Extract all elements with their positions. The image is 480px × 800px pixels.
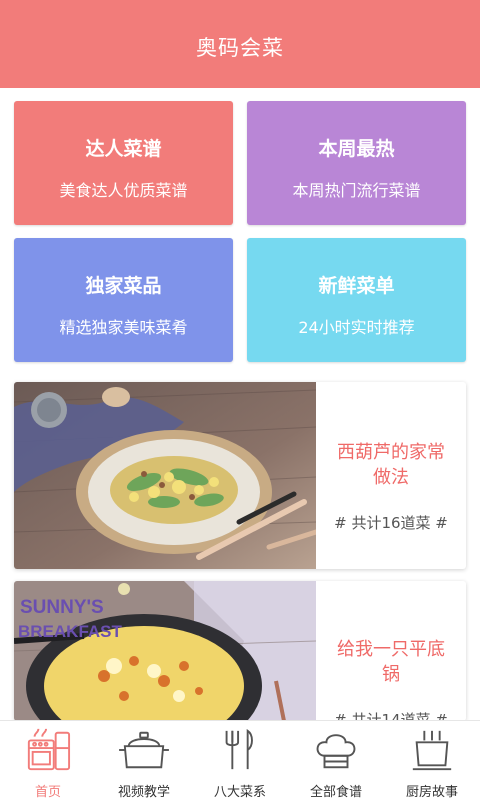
tab-eight-cuisines[interactable]: 八大菜系 — [192, 721, 288, 800]
tile-title: 独家菜品 — [85, 275, 162, 297]
app-header: 奥码会菜 — [0, 0, 480, 88]
kitchen-icon — [27, 728, 71, 771]
photo-text-breakfast: BREAKFAST — [18, 622, 123, 641]
recipe-title: 西葫芦的家常做法 — [337, 442, 445, 488]
tile-exclusive-dishes[interactable]: 独家菜品 精选独家美味菜肴 — [14, 238, 233, 362]
recipe-card[interactable]: SUNNY'S BREAKFAST 给我一只平底锅 # 共计14道菜 # — [14, 581, 466, 721]
recipe-title: 给我一只平底锅 — [337, 639, 445, 685]
tile-fresh-menu[interactable]: 新鲜菜单 24小时实时推荐 — [247, 238, 466, 362]
cup-icon — [412, 730, 452, 771]
recipe-photo-zucchini — [14, 382, 316, 569]
recipe-card[interactable]: 西葫芦的家常做法 # 共计16道菜 # — [14, 382, 466, 569]
tile-title: 达人菜谱 — [85, 138, 162, 160]
tile-subtitle: 24小时实时推荐 — [298, 318, 415, 337]
tab-label: 厨房故事 — [405, 785, 458, 800]
recipe-count: # 共计16道菜 # — [334, 514, 448, 532]
tab-video-tutorials[interactable]: 视频教学 — [96, 721, 192, 800]
tile-title: 新鲜菜单 — [318, 275, 395, 297]
tab-kitchen-stories[interactable]: 厨房故事 — [384, 721, 480, 800]
tab-label: 视频教学 — [117, 785, 170, 800]
tile-expert-recipes[interactable]: 达人菜谱 美食达人优质菜谱 — [14, 101, 233, 225]
tab-home[interactable]: 首页 — [0, 721, 96, 800]
tile-weekly-hot[interactable]: 本周最热 本周热门流行菜谱 — [247, 101, 466, 225]
tab-label: 首页 — [34, 785, 61, 800]
tab-label: 八大菜系 — [213, 785, 266, 800]
tile-subtitle: 精选独家美味菜肴 — [59, 318, 188, 337]
app-title: 奥码会菜 — [196, 36, 284, 60]
tile-subtitle: 本周热门流行菜谱 — [292, 181, 421, 200]
fork-knife-icon — [225, 729, 253, 770]
recipe-info: 给我一只平底锅 # 共计14道菜 # — [316, 581, 466, 721]
tile-title: 本周最热 — [318, 138, 395, 160]
photo-text-sunnys: SUNNY'S — [20, 597, 104, 618]
tile-subtitle: 美食达人优质菜谱 — [59, 181, 188, 200]
recipe-info: 西葫芦的家常做法 # 共计16道菜 # — [316, 382, 466, 569]
tab-all-recipes[interactable]: 全部食谱 — [288, 721, 384, 800]
chef-hat-icon — [316, 734, 356, 769]
tab-label: 全部食谱 — [309, 785, 362, 800]
bottom-tab-bar: 首页 视频教学 八大菜系 全部食谱 厨房故事 — [0, 720, 480, 800]
pot-icon — [119, 731, 169, 769]
recipe-photo-breakfast: SUNNY'S BREAKFAST — [14, 581, 316, 721]
